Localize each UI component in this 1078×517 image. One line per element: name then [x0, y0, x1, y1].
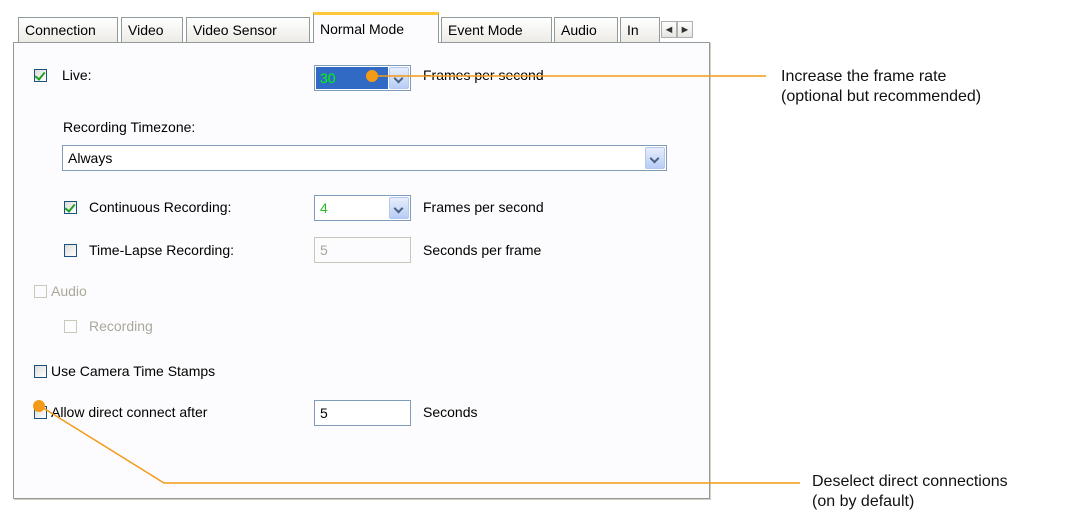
- frame-rate-callout-line1: Increase the frame rate: [781, 68, 947, 85]
- direct-callout-line1: Deselect direct connections: [812, 473, 1008, 490]
- frame-rate-callout-line2: (optional but recommended): [781, 88, 982, 105]
- direct-callout-line2: (on by default): [812, 493, 915, 510]
- direct-callout-dot: [33, 400, 45, 412]
- direct-callout-text: Deselect direct connections (on by defau…: [812, 472, 1008, 512]
- frame-rate-callout-dot: [366, 70, 378, 82]
- tab-normal-mode[interactable]: Normal Mode: [313, 12, 439, 43]
- direct-callout-line: [39, 405, 800, 484]
- frame-rate-callout-text: Increase the frame rate (optional but re…: [781, 67, 981, 107]
